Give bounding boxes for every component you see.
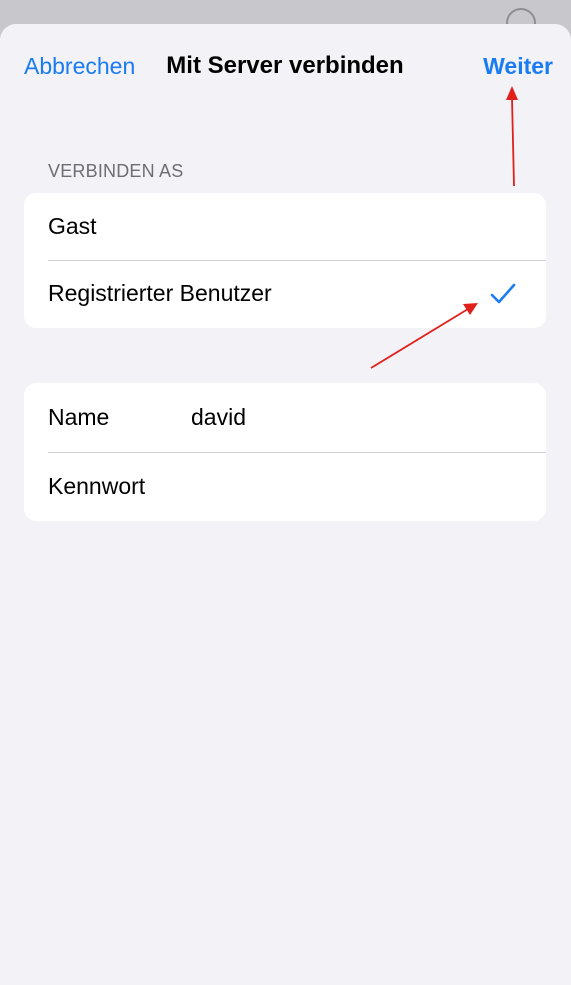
credentials-group: Name Kennwort bbox=[24, 383, 546, 521]
option-registered-user[interactable]: Registrierter Benutzer bbox=[24, 260, 546, 327]
name-label: Name bbox=[48, 404, 110, 430]
option-guest[interactable]: Gast bbox=[24, 193, 546, 260]
name-row: Name bbox=[24, 383, 546, 452]
option-registered-user-label: Registrierter Benutzer bbox=[48, 280, 272, 306]
option-guest-label: Gast bbox=[48, 213, 97, 239]
connect-as-header: VERBINDEN AS bbox=[48, 161, 184, 181]
password-label: Kennwort bbox=[48, 473, 146, 499]
checkmark-icon bbox=[490, 283, 516, 303]
next-button[interactable]: Weiter bbox=[483, 51, 553, 81]
connect-as-group: Gast Registrierter Benutzer bbox=[24, 193, 546, 328]
password-row: Kennwort bbox=[24, 452, 546, 521]
name-field[interactable] bbox=[191, 404, 521, 431]
password-field[interactable] bbox=[191, 473, 521, 500]
connect-to-server-sheet: Abbrechen Mit Server verbinden Weiter VE… bbox=[0, 24, 571, 985]
navigation-bar: Abbrechen Mit Server verbinden Weiter bbox=[0, 24, 571, 108]
